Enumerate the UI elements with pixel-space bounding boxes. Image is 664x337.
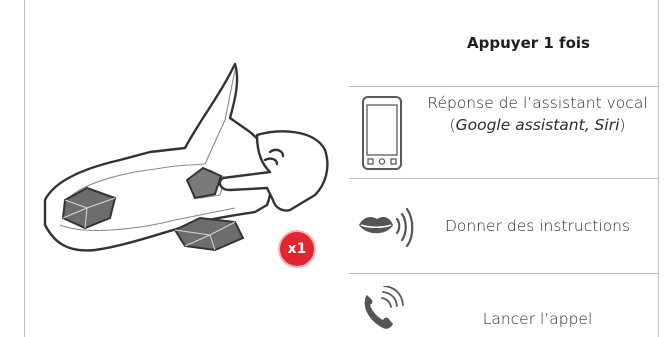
smartphone-icon (362, 96, 402, 170)
press-count-label: x1 (287, 241, 307, 257)
speaking-mouth-icon (359, 207, 414, 247)
table-row-instructions: Donner des instructions (349, 179, 658, 273)
assistant-label-emph: Google assistant, Siri (455, 116, 620, 134)
action-table: Appuyer 1 fois Réponse de l’assistant vo… (349, 0, 658, 337)
press-count-badge: x1 (278, 230, 316, 268)
assistant-label-suffix: ) (619, 116, 626, 134)
call-label: Lancer l’appel (482, 310, 593, 328)
table-row-call: Lancer l’appel (349, 274, 658, 337)
right-frame-line (658, 0, 659, 337)
table-row-assistant: Réponse de l’assistant vocal (Google ass… (349, 87, 658, 178)
assistant-label: Réponse de l’assistant vocal (Google ass… (421, 92, 654, 136)
table-header: Appuyer 1 fois (349, 0, 658, 86)
instructions-label: Donner des instructions (444, 217, 631, 235)
phone-call-icon (364, 286, 404, 329)
header-title: Appuyer 1 fois (467, 34, 590, 52)
